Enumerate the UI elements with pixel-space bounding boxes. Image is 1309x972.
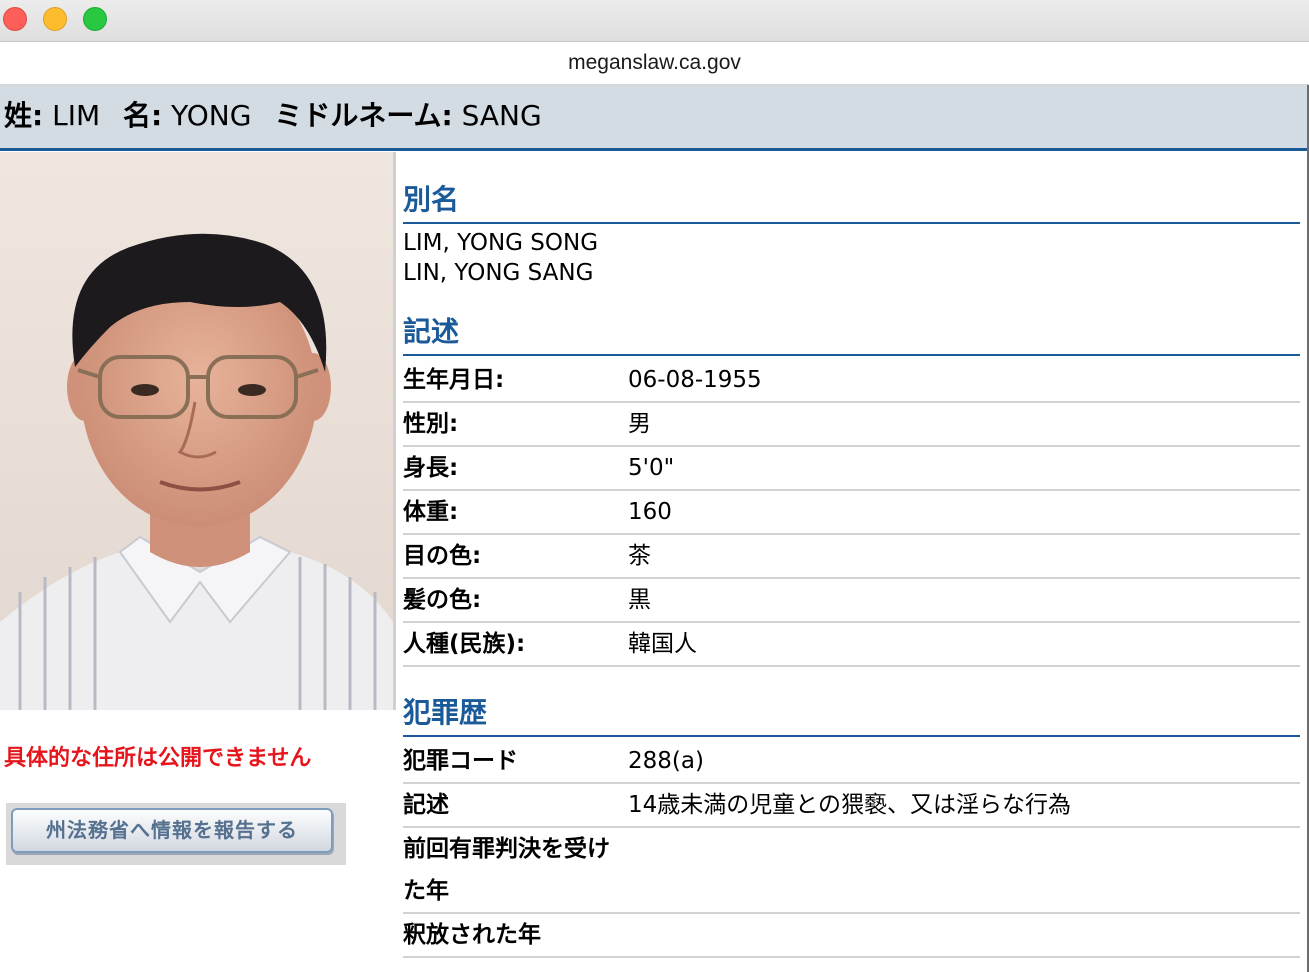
row-value: 黒 [628,587,651,613]
alias-item: LIM, YONG SONG [403,230,599,256]
row-label: 身長: [403,455,459,481]
description-title: 記述 [403,312,1300,356]
row-value: 茶 [628,543,651,569]
row-value: 160 [628,499,672,525]
url-text: meganslaw.ca.gov [568,51,741,74]
aliases-title: 別名 [403,180,1300,224]
description-row-sex: 性別: 男 [403,403,1300,447]
maximize-window-button[interactable] [83,7,107,31]
offense-row-release-year: 釈放された年 [403,914,1300,958]
minimize-window-button[interactable] [43,7,67,31]
middle-name-value: SANG [461,99,542,132]
report-button-frame: 州法務省へ情報を報告する [6,803,346,865]
last-name-label: 姓: [4,99,44,132]
last-name-value: LIM [52,99,101,132]
description-row-birthdate: 生年月日: 06-08-1955 [403,359,1300,403]
offenses-title: 犯罪歴 [403,693,1300,737]
report-info-button[interactable]: 州法務省へ情報を報告する [11,808,333,853]
description-row-ethnicity: 人種(民族): 韓国人 [403,623,1300,667]
offender-photo [0,152,393,710]
row-label: 人種(民族): [403,631,526,657]
browser-window: meganslaw.ca.gov 姓: LIM 名: YONG ミドルネーム: … [0,0,1309,972]
offense-row-last-conviction: 前回有罪判決を受けた年 [403,828,1300,914]
row-value: 06-08-1955 [628,367,762,393]
person-photo-icon [0,152,393,710]
first-name-label: 名: [123,99,163,132]
row-label: 釈放された年 [403,922,541,948]
row-label: 性別: [403,411,459,437]
alias-item: LIN, YONG SANG [403,260,594,286]
row-value: 14歳未満の児童との猥褻、又は淫らな行為 [628,792,1072,818]
row-label: 前回有罪判決を受けた年 [403,836,610,904]
url-bar[interactable]: meganslaw.ca.gov [0,42,1309,85]
close-window-button[interactable] [3,7,27,31]
description-row-weight: 体重: 160 [403,491,1300,535]
row-label: 体重: [403,499,459,525]
row-label: 髪の色: [403,587,482,613]
row-value: 韓国人 [628,631,697,657]
photo-divider [393,152,396,710]
first-name-value: YONG [171,99,252,132]
row-value: 288(a) [628,748,704,774]
address-notice: 具体的な住所は公開できません [4,746,312,771]
description-row-height: 身長: 5'0" [403,447,1300,491]
row-label: 犯罪コード [403,748,518,774]
row-value: 5'0" [628,455,675,481]
name-header: 姓: LIM 名: YONG ミドルネーム: SANG [0,85,1307,151]
description-row-hair-color: 髪の色: 黒 [403,579,1300,623]
middle-name-label: ミドルネーム: [274,99,453,132]
offense-row-code: 犯罪コード 288(a) [403,740,1300,784]
row-label: 生年月日: [403,367,505,393]
row-value: 男 [628,411,651,437]
description-row-eye-color: 目の色: 茶 [403,535,1300,579]
row-label: 記述 [403,792,449,818]
row-label: 目の色: [403,543,482,569]
offense-row-description: 記述 14歳未満の児童との猥褻、又は淫らな行為 [403,784,1300,828]
title-bar [0,0,1309,42]
